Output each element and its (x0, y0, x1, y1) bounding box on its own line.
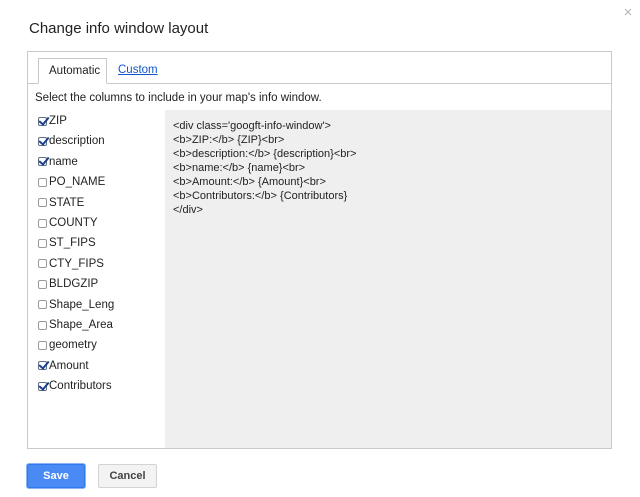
column-item[interactable]: PO_NAME (38, 173, 105, 191)
column-label: Contributors (49, 380, 112, 393)
preview-line: <b>Contributors:</b> {Contributors} (173, 190, 348, 202)
column-item[interactable]: geometry (38, 336, 97, 354)
column-item[interactable]: ZIP (38, 112, 67, 130)
save-button[interactable]: Save (27, 464, 85, 488)
dialog-title: Change info window layout (29, 20, 209, 37)
column-checkbox[interactable] (38, 218, 47, 228)
column-checkbox[interactable] (38, 381, 47, 391)
column-item[interactable]: Contributors (38, 377, 112, 395)
column-label: COUNTY (49, 217, 98, 229)
column-checkbox[interactable] (38, 116, 47, 126)
column-item[interactable]: Shape_Area (38, 316, 113, 334)
column-label: name (49, 155, 78, 168)
preview-line: <b>name:</b> {name}<br> (173, 162, 306, 174)
column-item[interactable]: COUNTY (38, 214, 98, 232)
column-checkbox[interactable] (38, 177, 47, 187)
column-item[interactable]: BLDGZIP (38, 275, 98, 293)
column-checkbox[interactable] (38, 198, 47, 208)
column-item[interactable]: Shape_Leng (38, 296, 114, 314)
preview-line: <b>description:</b> {description}<br> (173, 148, 357, 160)
instructions-text: Select the columns to include in your ma… (35, 92, 322, 104)
column-label: STATE (49, 196, 85, 209)
column-checkbox[interactable] (38, 157, 47, 167)
column-label: BLDGZIP (49, 278, 99, 291)
tab-custom[interactable]: Custom (108, 58, 168, 83)
column-label: Shape_Leng (49, 298, 115, 311)
column-label: PO_NAME (49, 176, 106, 189)
column-checkbox[interactable] (38, 136, 47, 146)
column-label: ST_FIPS (49, 237, 96, 250)
column-checkbox[interactable] (38, 279, 47, 289)
column-label: Amount (49, 359, 89, 372)
preview-line: </div> (173, 204, 203, 216)
column-item[interactable]: STATE (38, 194, 84, 212)
preview-line: <b>Amount:</b> {Amount}<br> (173, 176, 326, 188)
column-checkbox[interactable] (38, 361, 47, 371)
tab-bar: Automatic Custom (28, 52, 611, 84)
column-label: ZIP (49, 115, 67, 127)
preview-line: <b>ZIP:</b> {ZIP}<br> (173, 134, 285, 146)
column-item[interactable]: description (38, 132, 105, 150)
info-window-panel: Automatic Custom Select the columns to i… (27, 51, 612, 449)
column-checkbox[interactable] (38, 320, 47, 330)
column-list: ZIP description name PO_NAME STATE COUNTY ST_F… (28, 110, 164, 448)
column-checkbox[interactable] (38, 340, 47, 350)
column-checkbox[interactable] (38, 259, 47, 269)
column-label: description (49, 135, 105, 148)
cancel-button[interactable]: Cancel (98, 464, 157, 488)
column-checkbox[interactable] (38, 300, 47, 310)
column-item[interactable]: ST_FIPS (38, 234, 96, 252)
column-item[interactable]: name (38, 153, 78, 171)
template-preview: <div class='googft-info-window'> <b>ZIP:<… (165, 110, 611, 448)
column-item[interactable]: CTY_FIPS (38, 255, 104, 273)
preview-line: <div class='googft-info-window'> (173, 120, 331, 132)
column-item[interactable]: Amount (38, 357, 89, 375)
tab-automatic[interactable]: Automatic (38, 58, 107, 84)
column-checkbox[interactable] (38, 238, 47, 248)
close-icon[interactable]: × (620, 5, 636, 21)
column-label: CTY_FIPS (49, 257, 104, 270)
column-label: geometry (49, 339, 97, 352)
column-label: Shape_Area (49, 319, 113, 331)
